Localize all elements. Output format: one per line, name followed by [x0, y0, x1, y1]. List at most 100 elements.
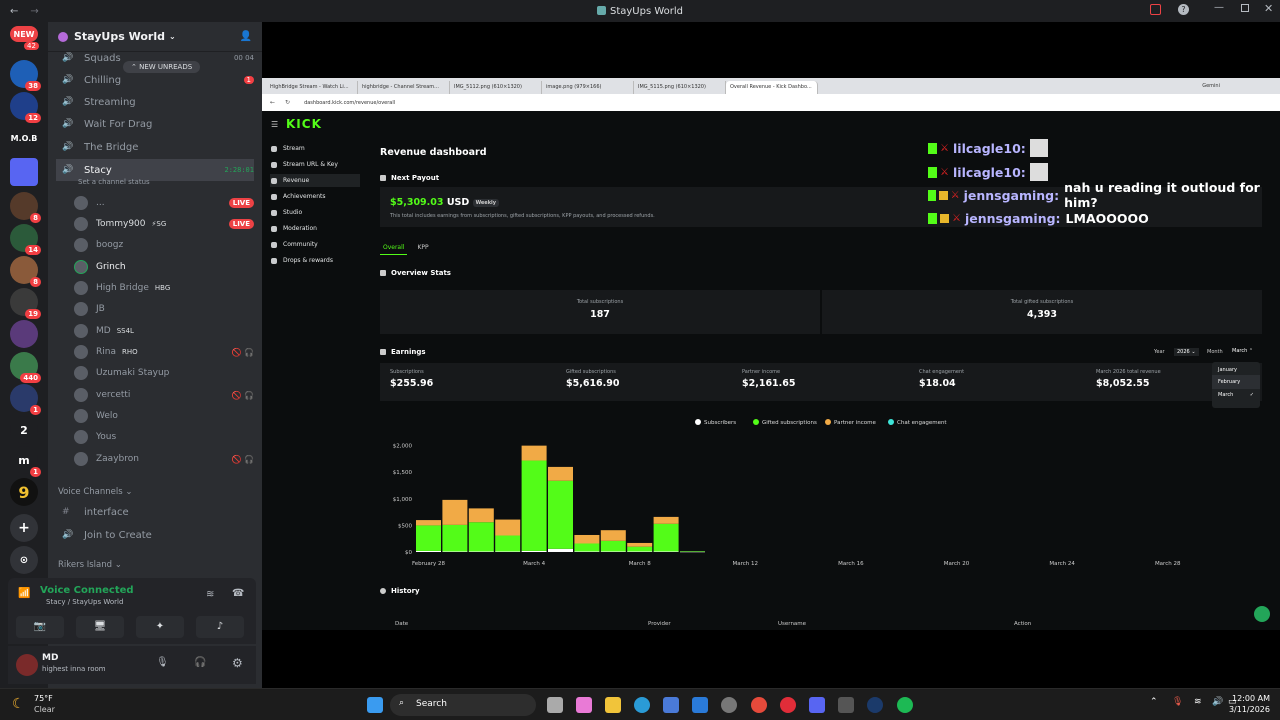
month-select[interactable]: March ⌃ — [1232, 348, 1253, 354]
browser-tab[interactable]: IMG_5115.png (610×1320) — [634, 81, 726, 94]
user-status[interactable]: highest inna room — [42, 665, 106, 673]
weather-temp[interactable]: 75°F — [34, 694, 53, 703]
voice-user[interactable]: Rina RHO 🚫 🎧 — [74, 343, 254, 361]
nav-revenue[interactable]: Revenue — [270, 174, 360, 187]
voice-user[interactable]: ... LIVE — [74, 194, 254, 212]
browser-tab-active[interactable]: Overall Revenue - Kick Dashbo... — [726, 81, 818, 94]
server-icon-7[interactable] — [10, 320, 38, 348]
help-icon[interactable]: ? — [1178, 4, 1189, 15]
server-icon-4[interactable]: 14 — [10, 224, 41, 255]
maximize-icon[interactable] — [1241, 4, 1249, 12]
help-chat-icon[interactable] — [1254, 606, 1270, 622]
weather-desc[interactable]: Clear — [34, 705, 55, 714]
nav-studio[interactable]: Studio — [270, 206, 360, 219]
store-icon[interactable] — [663, 697, 679, 713]
channel-interface[interactable]: # interface — [56, 502, 254, 522]
voice-user[interactable]: vercetti 🚫 🎧 — [74, 386, 254, 404]
voice-user[interactable]: Grinch — [74, 258, 254, 276]
minimize-icon[interactable]: — — [1214, 2, 1224, 13]
wifi-icon[interactable]: ≋ — [1194, 697, 1202, 707]
browser-tab[interactable]: IMG_5112.png (610×1320) — [450, 81, 542, 94]
windows-start-icon[interactable] — [367, 697, 383, 713]
category-rikers-island[interactable]: Rikers Island ⌄ — [58, 560, 122, 570]
month-option-selected[interactable]: March ✓ — [1212, 389, 1260, 401]
spotify-icon[interactable] — [897, 697, 913, 713]
add-server-icon[interactable]: + — [10, 514, 38, 542]
voice-location[interactable]: Stacy / StayUps World — [46, 598, 123, 606]
noise-suppression-icon[interactable]: ≋ — [206, 589, 214, 600]
voice-user[interactable]: Uzumaki Stayup — [74, 364, 254, 382]
nav-drops[interactable]: Drops & rewards — [270, 254, 360, 267]
inbox-icon[interactable] — [1150, 4, 1161, 15]
server-icon-8[interactable]: 440 — [10, 352, 41, 383]
copilot-icon[interactable] — [576, 697, 592, 713]
discover-icon[interactable]: ⊙ — [10, 546, 38, 574]
server-icon-5[interactable]: 8 — [10, 256, 41, 287]
channel-the-bridge[interactable]: 🔊 The Bridge — [56, 137, 254, 157]
server-m[interactable]: m1 — [10, 446, 41, 477]
steam-icon[interactable] — [867, 697, 883, 713]
voice-user[interactable]: Yous — [74, 428, 254, 446]
channel-status[interactable]: Set a channel status — [78, 178, 150, 186]
server-nine[interactable]: 9 — [10, 478, 38, 506]
file-explorer-icon[interactable] — [605, 697, 621, 713]
settings-icon[interactable] — [721, 697, 737, 713]
kick-logo[interactable]: KICK — [286, 117, 322, 131]
voice-user[interactable]: JB — [74, 300, 254, 318]
voice-status[interactable]: Voice Connected — [40, 585, 134, 596]
folder-icon[interactable] — [10, 158, 38, 186]
add-member-icon[interactable]: 👤 — [240, 31, 252, 42]
headphones-icon[interactable]: 🎧 — [194, 657, 206, 668]
mic-tray-icon[interactable]: 🎙 — [1172, 697, 1183, 707]
hamburger-menu-icon[interactable]: ☰ — [271, 120, 278, 129]
soundboard-button[interactable]: ♪ — [196, 616, 244, 638]
task-view-icon[interactable] — [547, 697, 563, 713]
year-select[interactable]: 2026 ⌄ — [1174, 348, 1199, 356]
voice-user[interactable]: Zaaybron 🚫 🎧 — [74, 450, 254, 468]
voice-user[interactable]: boogz — [74, 236, 254, 254]
screen-share-button[interactable]: 🖥 — [76, 616, 124, 638]
disconnect-icon[interactable]: ☎ — [232, 588, 244, 599]
server-icon-2[interactable]: 12 — [10, 92, 41, 123]
nav-achievements[interactable]: Achievements — [270, 190, 360, 203]
nav-stream[interactable]: Stream — [270, 142, 360, 155]
clock-date[interactable]: 3/11/2026 — [1222, 705, 1270, 714]
user-name[interactable]: MD — [42, 653, 58, 663]
voice-user[interactable]: MD SS4L — [74, 322, 254, 340]
voice-user[interactable]: High Bridge HBG — [74, 279, 254, 297]
nav-moderation[interactable]: Moderation — [270, 222, 360, 235]
channel-wait-for-drag[interactable]: 🔊 Wait For Drag — [56, 114, 254, 134]
server-two[interactable]: 2 — [10, 416, 38, 444]
settings-gear-icon[interactable]: ⚙ — [232, 656, 243, 670]
nav-community[interactable]: Community — [270, 238, 360, 251]
chrome-icon[interactable] — [751, 697, 767, 713]
activities-button[interactable]: ✦ — [136, 616, 184, 638]
url-field[interactable]: dashboard.kick.com/revenue/overall — [304, 100, 395, 106]
browser-tab[interactable]: HighBridge Stream - Watch Li... — [266, 81, 358, 94]
browser-tab[interactable]: image.png (979×166) — [542, 81, 634, 94]
month-option[interactable]: February — [1212, 375, 1260, 389]
browser-tab[interactable]: highbridge - Channel Stream... — [358, 81, 450, 94]
clock-time[interactable]: 12:00 AM — [1232, 694, 1270, 703]
tab-kpp[interactable]: KPP — [417, 244, 428, 255]
channel-join-to-create[interactable]: 🔊 Join to Create — [56, 525, 254, 545]
opera-icon[interactable] — [780, 697, 796, 713]
back-icon[interactable]: ← — [270, 99, 275, 106]
xbox-icon[interactable] — [838, 697, 854, 713]
server-icon-3[interactable]: 8 — [10, 192, 41, 223]
server-mob[interactable]: M.O.B — [10, 124, 38, 152]
microphone-icon[interactable]: 🎙 — [156, 657, 169, 668]
month-option[interactable]: January — [1212, 362, 1260, 375]
nav-stream-url[interactable]: Stream URL & Key — [270, 158, 360, 171]
discord-icon[interactable] — [809, 697, 825, 713]
avatar[interactable] — [16, 654, 38, 676]
server-icon-9[interactable]: 1 — [10, 384, 41, 415]
reload-icon[interactable]: ↻ — [285, 99, 290, 106]
camera-button[interactable]: 📷 — [16, 616, 64, 638]
tab-overall[interactable]: Overall — [380, 244, 408, 255]
edge-icon[interactable] — [634, 697, 650, 713]
outlook-icon[interactable] — [692, 697, 708, 713]
channel-streaming[interactable]: 🔊 Streaming — [56, 92, 254, 112]
gemini-button[interactable]: Gemini — [1202, 83, 1220, 89]
channel-chilling[interactable]: 🔊 Chilling 1 — [56, 70, 254, 90]
